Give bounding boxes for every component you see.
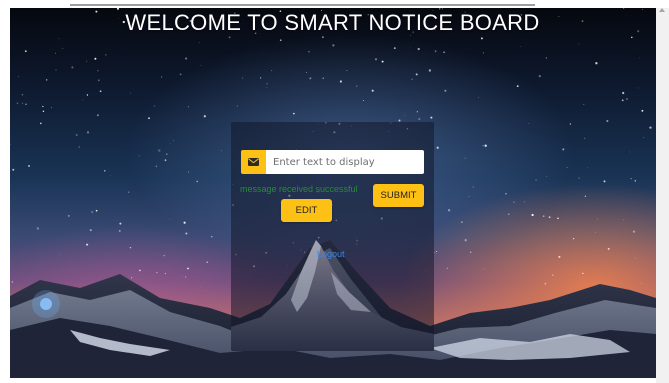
edit-button[interactable]: EDIT — [281, 199, 332, 222]
status-message: message received successful — [240, 184, 358, 194]
input-addon — [241, 150, 266, 174]
notice-input-group — [241, 150, 424, 174]
envelope-icon — [248, 158, 259, 166]
page-title: WELCOME TO SMART NOTICE BOARD — [125, 10, 540, 35]
page-left-margin — [0, 0, 10, 383]
top-divider-line — [70, 4, 535, 6]
submit-button[interactable]: SUBMIT — [373, 184, 424, 207]
vertical-scrollbar[interactable] — [656, 8, 669, 383]
logout-link[interactable]: Logout — [317, 249, 345, 259]
notice-text-input[interactable] — [266, 150, 424, 174]
